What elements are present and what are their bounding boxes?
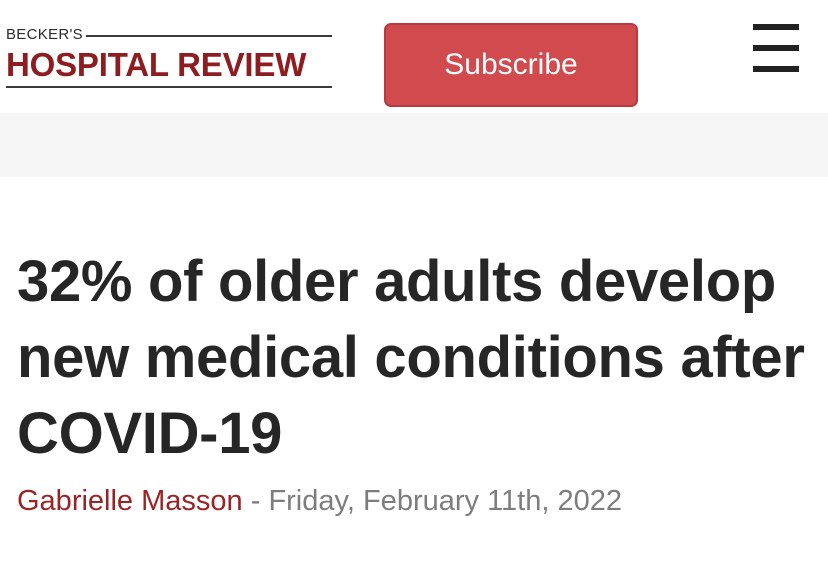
publish-date: Friday, February 11th, 2022: [268, 485, 622, 517]
menu-bar-bottom: [753, 66, 799, 72]
ad-banner-band: [0, 113, 828, 177]
author-link[interactable]: Gabrielle Masson: [17, 485, 243, 517]
hamburger-menu-icon[interactable]: [753, 24, 799, 72]
article-header: 32% of older adults develop new medical …: [0, 177, 828, 519]
logo-top-rule: [85, 34, 332, 37]
site-logo[interactable]: BECKER'S HOSPITAL REVIEW: [6, 26, 332, 96]
article-byline: Gabrielle Masson - Friday, February 11th…: [17, 483, 828, 519]
logo-bottom-rule: [6, 86, 332, 88]
menu-bar-top: [753, 24, 799, 30]
menu-bar-middle: [753, 45, 799, 51]
article-headline: 32% of older adults develop new medical …: [17, 249, 805, 466]
logo-main-text: HOSPITAL REVIEW: [6, 46, 307, 83]
byline-separator: -: [242, 485, 269, 517]
logo-top-row: BECKER'S: [6, 26, 332, 44]
site-header: BECKER'S HOSPITAL REVIEW Subscribe: [0, 0, 828, 113]
logo-small-text: BECKER'S: [6, 26, 83, 43]
subscribe-button[interactable]: Subscribe: [384, 23, 638, 107]
